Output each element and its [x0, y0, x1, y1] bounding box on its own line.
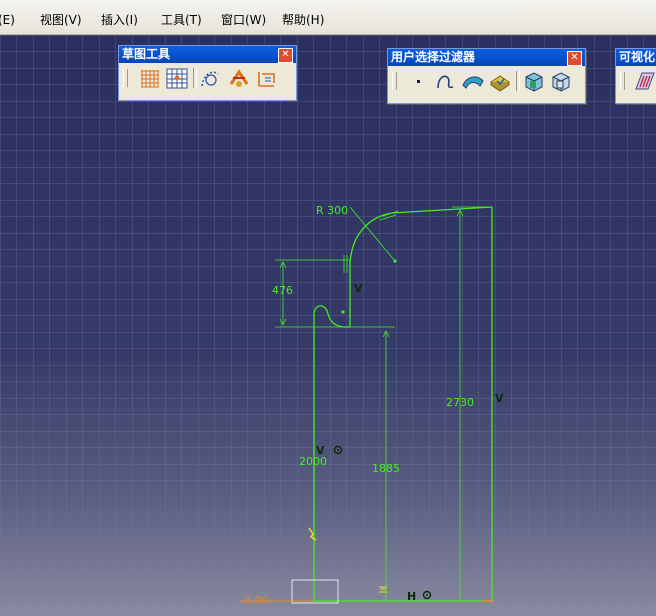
- dim-radius-text[interactable]: R 300: [316, 204, 348, 217]
- cut-part-by-sketch-plane-icon[interactable]: [632, 69, 656, 94]
- curve-filter-icon[interactable]: [433, 69, 459, 94]
- menu-edit[interactable]: 编辑(E): [0, 11, 15, 28]
- close-icon[interactable]: ✕: [567, 51, 582, 66]
- construction-element-icon[interactable]: [198, 66, 224, 91]
- visualization-title[interactable]: 可视化: [616, 49, 656, 66]
- geometric-constraints-icon[interactable]: [226, 66, 252, 91]
- feature-element-filter-icon[interactable]: [521, 69, 547, 94]
- point-filter-icon[interactable]: [406, 69, 432, 94]
- constraint-v-left: V: [316, 444, 325, 457]
- snap-to-point-icon[interactable]: [164, 66, 190, 91]
- profile-hook: [313, 305, 350, 328]
- dim-1885-text[interactable]: 1885: [372, 462, 400, 475]
- menu-window[interactable]: 窗口(W): [221, 11, 266, 28]
- user-selection-filter-title[interactable]: 用户选择过滤器 ✕: [388, 49, 585, 66]
- visualization-toolbar: 可视化: [615, 48, 656, 104]
- menu-bar: 编辑(E) 视图(V) 插入(I) 工具(T) 窗口(W) 帮助(H): [0, 0, 656, 35]
- menu-view[interactable]: 视图(V): [40, 11, 82, 28]
- sketch-canvas[interactable]: R 300 476 2730 1885 2000 0.00 V V V H 草图…: [0, 35, 656, 616]
- constraint-v-right: V: [495, 392, 504, 405]
- sketch-profile: R 300 476 2730 1885 2000 0.00 V V V H: [240, 204, 504, 607]
- menu-insert[interactable]: 插入(I): [101, 11, 138, 28]
- grid-icon[interactable]: [137, 66, 163, 91]
- dimensional-constraints-icon[interactable]: [254, 66, 280, 91]
- sketch-tools-toolbar: 草图工具 ✕: [118, 45, 297, 101]
- sketch-tools-title[interactable]: 草图工具 ✕: [119, 46, 296, 63]
- menu-tools[interactable]: 工具(T): [161, 11, 202, 28]
- profile-arc: [349, 212, 393, 264]
- geometric-element-filter-icon[interactable]: [548, 69, 574, 94]
- dim-2730-text[interactable]: 2730: [446, 396, 474, 409]
- toolbar-grip[interactable]: [123, 69, 128, 87]
- constraint-h-bottom: H: [407, 590, 416, 603]
- origin-label: 0.00: [244, 594, 269, 607]
- fix-anchor-symbol: [308, 527, 317, 541]
- constraint-v-small: V: [354, 282, 363, 295]
- close-icon[interactable]: ✕: [278, 48, 293, 63]
- sketch-origin-box: [291, 579, 339, 604]
- dim-476-text[interactable]: 476: [272, 284, 293, 297]
- dim-radius-leader: [349, 206, 396, 262]
- menu-help[interactable]: 帮助(H): [282, 11, 324, 28]
- volume-filter-icon[interactable]: [487, 69, 513, 94]
- toolbar-grip[interactable]: [620, 72, 625, 90]
- surface-filter-icon[interactable]: [460, 69, 486, 94]
- toolbar-grip[interactable]: [392, 72, 397, 90]
- user-selection-filter-toolbar: 用户选择过滤器 ✕: [387, 48, 586, 104]
- profile-top-line: [391, 206, 493, 214]
